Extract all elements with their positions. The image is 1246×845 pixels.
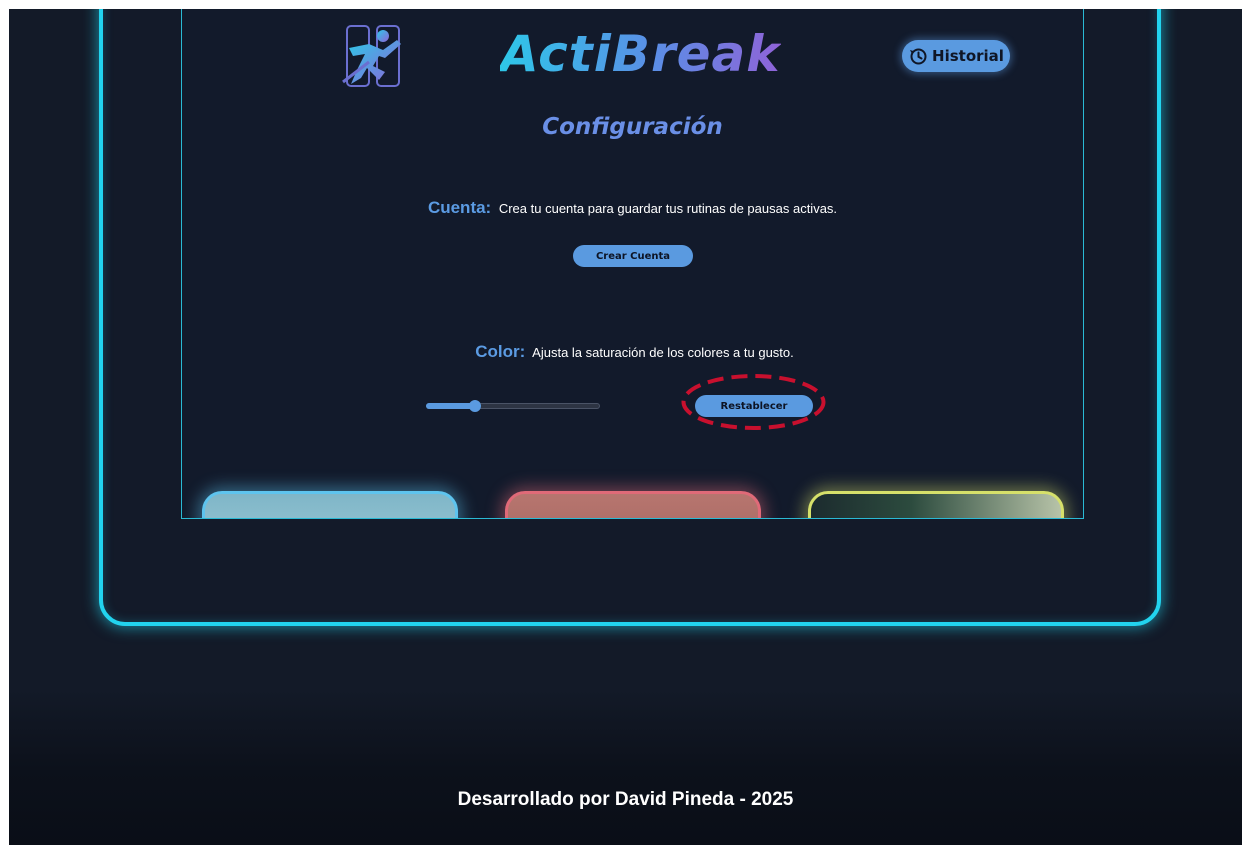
running-person-logo-icon [342, 25, 401, 87]
slider-fill [426, 403, 475, 409]
cuenta-label: Cuenta: [427, 198, 492, 217]
cuenta-description: Crea tu cuenta para guardar tus rutinas … [498, 201, 838, 216]
slider-thumb[interactable] [468, 400, 481, 412]
brand-title: ActiBreak [500, 25, 781, 83]
viewport: ActiBreak Historial Configuración Cuenta… [9, 9, 1242, 845]
footer-credit: Desarrollado por David Pineda - 2025 [457, 789, 794, 810]
reset-button[interactable]: Restablecer [695, 395, 813, 417]
config-panel: ActiBreak Historial Configuración Cuenta… [181, 9, 1084, 519]
historial-label: Historial [932, 47, 1004, 65]
activity-card[interactable] [808, 491, 1064, 518]
history-clock-icon [910, 48, 927, 65]
historial-button[interactable]: Historial [902, 40, 1010, 72]
activity-card[interactable] [505, 491, 761, 518]
activity-card[interactable] [202, 491, 458, 518]
color-section: Color: Ajusta la saturación de los color… [182, 342, 1083, 362]
create-account-button[interactable]: Crear Cuenta [573, 245, 693, 267]
saturation-slider[interactable] [426, 400, 600, 412]
color-description: Ajusta la saturación de los colores a tu… [532, 345, 794, 360]
cuenta-section: Cuenta: Crea tu cuenta para guardar tus … [182, 198, 1083, 218]
page-title: Configuración [542, 114, 723, 140]
color-label: Color: [475, 342, 526, 361]
